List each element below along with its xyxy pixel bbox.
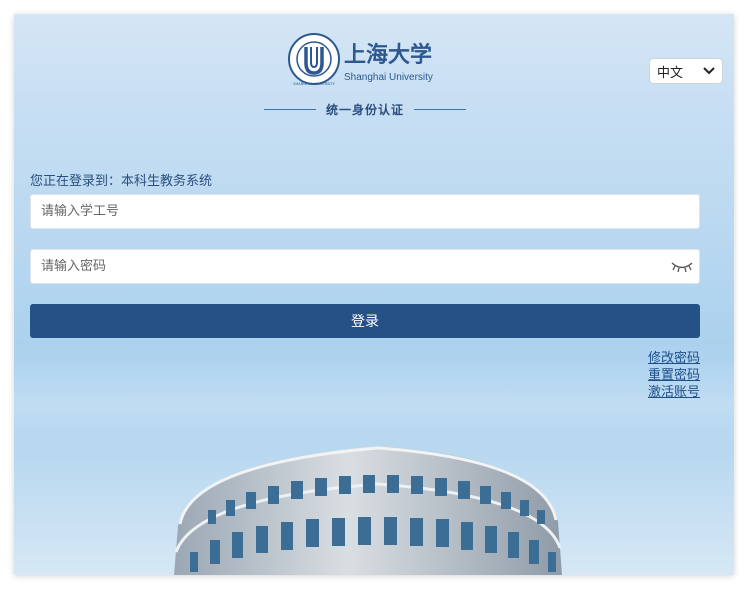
language-select-value: 中文 (657, 65, 684, 81)
login-button[interactable]: 登录 (30, 304, 700, 338)
activate-account-link[interactable]: 激活账号 (648, 384, 700, 401)
reset-password-link[interactable]: 重置密码 (648, 367, 700, 384)
change-password-link[interactable]: 修改密码 (648, 350, 700, 367)
university-logo: SHANGHAI UNIVERSITY 上海大学 Shanghai Univer… (288, 26, 448, 92)
eye-closed-icon[interactable] (671, 260, 693, 274)
subtitle-row: 统一身份认证 (264, 100, 466, 118)
account-links: 修改密码 重置密码 激活账号 (648, 350, 700, 401)
subtitle-divider-right (414, 108, 466, 110)
login-card: SHANGHAI UNIVERSITY 上海大学 Shanghai Univer… (14, 14, 734, 575)
login-target-hint: 您正在登录到：本科生教务系统 (30, 174, 213, 189)
password-input[interactable] (30, 249, 700, 284)
seal-text: SHANGHAI UNIVERSITY (293, 82, 335, 86)
subtitle-divider-left (264, 108, 316, 110)
university-seal-icon: SHANGHAI UNIVERSITY (288, 33, 340, 86)
username-input[interactable] (30, 194, 700, 229)
logo-english-name: Shanghai University (344, 72, 433, 83)
chevron-down-icon (702, 66, 716, 76)
language-select[interactable]: 中文 (649, 58, 723, 84)
campus-building-image (14, 434, 734, 575)
logo-chinese-name: 上海大学 (344, 42, 432, 68)
page-subtitle: 统一身份认证 (325, 102, 404, 117)
